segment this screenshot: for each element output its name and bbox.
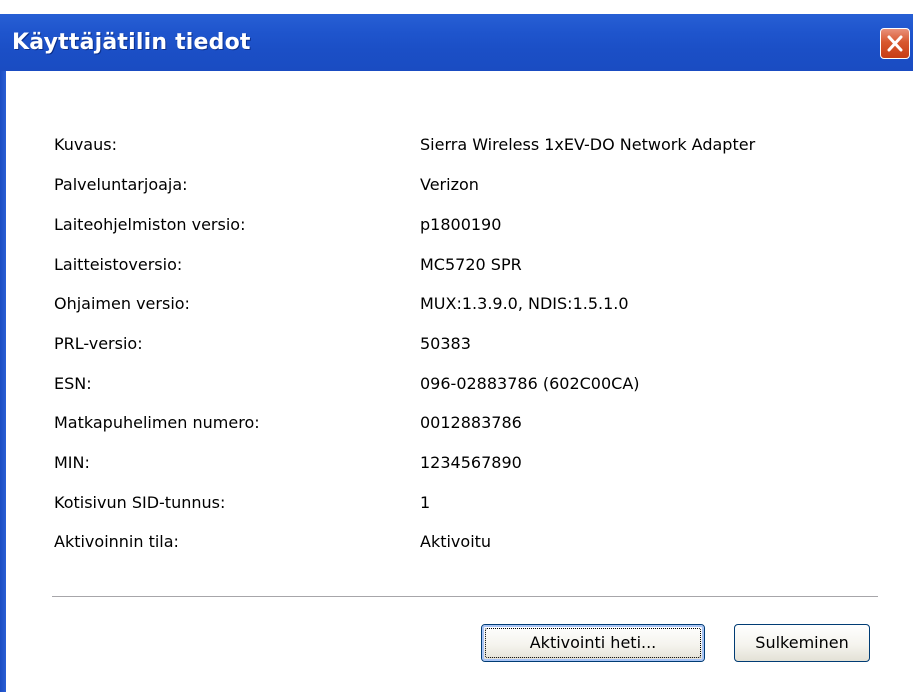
mnemonic-letter: A (529, 633, 541, 652)
window-title: Käyttäjätilin tiedot (12, 30, 251, 55)
screen-edge (0, 0, 913, 14)
detail-row-description: Kuvaus: Sierra Wireless 1xEV-DO Network … (54, 135, 894, 163)
detail-value: 50383 (420, 334, 471, 353)
detail-row-min: MIN: 1234567890 (54, 453, 894, 481)
dialog-body: Kuvaus: Sierra Wireless 1xEV-DO Network … (6, 71, 913, 692)
detail-value: 0012883786 (420, 413, 522, 432)
detail-value: MC5720 SPR (420, 255, 522, 274)
detail-row-phone-number: Matkapuhelimen numero: 0012883786 (54, 413, 894, 441)
title-bar[interactable]: Käyttäjätilin tiedot (0, 0, 913, 71)
detail-label: Palveluntarjoaja: (54, 175, 188, 194)
detail-label: Kotisivun SID-tunnus: (54, 493, 226, 512)
activate-now-label: Aktivointi heti... (530, 633, 657, 652)
detail-value: MUX:1.3.9.0, NDIS:1.5.1.0 (420, 294, 629, 313)
account-info-dialog: Käyttäjätilin tiedot Kuvaus: Sierra Wire… (0, 0, 913, 692)
detail-label: Matkapuhelimen numero: (54, 413, 260, 432)
detail-value: Aktivoitu (420, 532, 492, 551)
detail-label: MIN: (54, 453, 90, 472)
detail-row-driver: Ohjaimen versio: MUX:1.3.9.0, NDIS:1.5.1… (54, 294, 894, 322)
detail-label: Ohjaimen versio: (54, 294, 190, 313)
detail-row-home-sid: Kotisivun SID-tunnus: 1 (54, 493, 894, 521)
detail-label: Aktivoinnin tila: (54, 532, 179, 551)
separator-line (52, 596, 878, 598)
detail-label: PRL-versio: (54, 334, 143, 353)
detail-value: p1800190 (420, 215, 502, 234)
detail-value: Verizon (420, 175, 479, 194)
detail-row-hardware: Laitteistoversio: MC5720 SPR (54, 255, 894, 283)
detail-label: Laitteistoversio: (54, 255, 183, 274)
activate-now-button[interactable]: Aktivointi heti... (481, 624, 705, 662)
detail-value: 096-02883786 (602C00CA) (420, 374, 640, 393)
detail-row-prl: PRL-versio: 50383 (54, 334, 894, 362)
detail-value: 1234567890 (420, 453, 522, 472)
detail-value: Sierra Wireless 1xEV-DO Network Adapter (420, 135, 756, 154)
detail-value: 1 (420, 493, 431, 512)
detail-label: ESN: (54, 374, 92, 393)
detail-row-firmware: Laiteohjelmiston versio: p1800190 (54, 215, 894, 243)
detail-row-activation-status: Aktivoinnin tila: Aktivoitu (54, 532, 894, 560)
close-button[interactable] (880, 28, 910, 59)
close-dialog-button[interactable]: Sulkeminen (734, 624, 870, 662)
detail-row-esn: ESN: 096-02883786 (602C00CA) (54, 374, 894, 402)
detail-row-provider: Palveluntarjoaja: Verizon (54, 175, 894, 203)
detail-label: Kuvaus: (54, 135, 117, 154)
activate-now-label-rest: ktivointi heti... (540, 633, 657, 652)
close-x-icon (887, 35, 903, 52)
detail-label: Laiteohjelmiston versio: (54, 215, 246, 234)
